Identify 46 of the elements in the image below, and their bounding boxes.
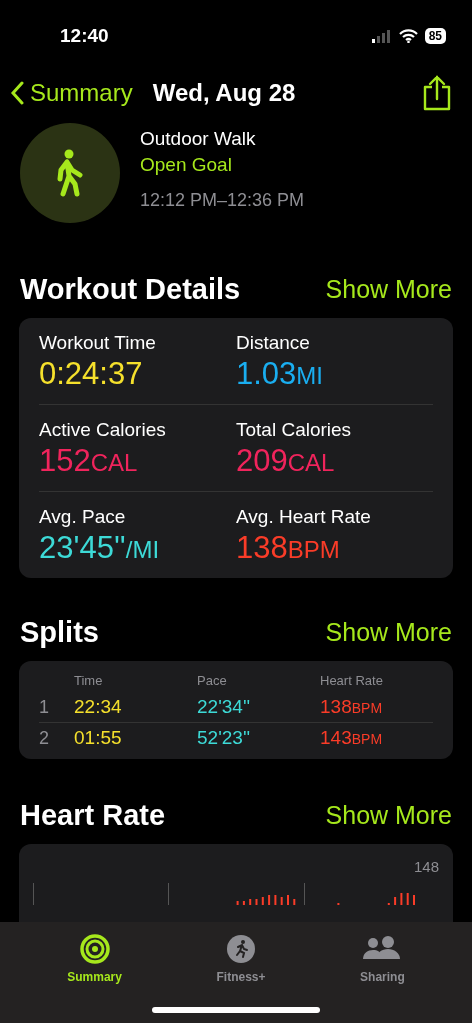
workout-name: Outdoor Walk xyxy=(140,128,257,150)
signal-icon xyxy=(371,29,392,43)
metric-value: 23'45''/MI xyxy=(39,530,161,566)
column-header: Pace xyxy=(197,673,228,688)
split-heart-rate: 138BPM xyxy=(320,696,384,718)
split-heart-rate: 143BPM xyxy=(320,727,384,749)
metric-label: Total Calories xyxy=(236,419,353,441)
tab-item[interactable]: Sharing xyxy=(360,934,405,984)
split-time: 01:55 xyxy=(74,727,123,749)
metric-value: 0:24:37 xyxy=(39,356,144,392)
wifi-icon xyxy=(398,29,418,43)
chevron-left-icon xyxy=(10,81,24,105)
split-time: 22:34 xyxy=(74,696,123,718)
nav-title: Wed, Aug 28 xyxy=(152,79,297,107)
metric-value: 152CAL xyxy=(39,443,139,479)
share-icon[interactable] xyxy=(422,75,452,111)
metric-value: 209CAL xyxy=(236,443,336,479)
column-header: Heart Rate xyxy=(320,673,384,688)
split-number: 1 xyxy=(39,697,50,718)
metric-value: 1.03MI xyxy=(236,356,324,392)
metric-label: Avg. Pace xyxy=(39,506,127,528)
column-header: Time xyxy=(74,673,104,688)
metric-label: Active Calories xyxy=(39,419,167,441)
section-title: Heart Rate xyxy=(20,799,166,832)
battery-level: 85 xyxy=(424,28,446,44)
split-pace: 52'23'' xyxy=(197,727,252,749)
section-title: Splits xyxy=(20,616,99,649)
show-more-link[interactable]: Show More xyxy=(325,618,452,647)
split-pace: 22'34'' xyxy=(197,696,252,718)
metric-value: 138BPM xyxy=(236,530,341,566)
show-more-link[interactable]: Show More xyxy=(325,801,452,830)
back-button[interactable]: Summary xyxy=(10,79,133,107)
workout-goal: Open Goal xyxy=(140,154,233,176)
metric-label: Avg. Heart Rate xyxy=(236,506,372,528)
chart-max-label: 148 xyxy=(413,858,439,875)
tab-item[interactable]: Fitness+ xyxy=(216,934,266,984)
show-more-link[interactable]: Show More xyxy=(325,275,452,304)
workout-time-range: 12:12 PM–12:36 PM xyxy=(140,190,305,211)
split-number: 2 xyxy=(39,728,50,749)
metric-label: Workout Time xyxy=(39,332,157,354)
section-title: Workout Details xyxy=(20,273,241,306)
runner-icon xyxy=(226,934,256,964)
rings-icon xyxy=(79,934,110,964)
metric-label: Distance xyxy=(236,332,311,354)
status-time: 12:40 xyxy=(60,25,109,47)
tab-item[interactable]: Summary xyxy=(67,934,122,984)
